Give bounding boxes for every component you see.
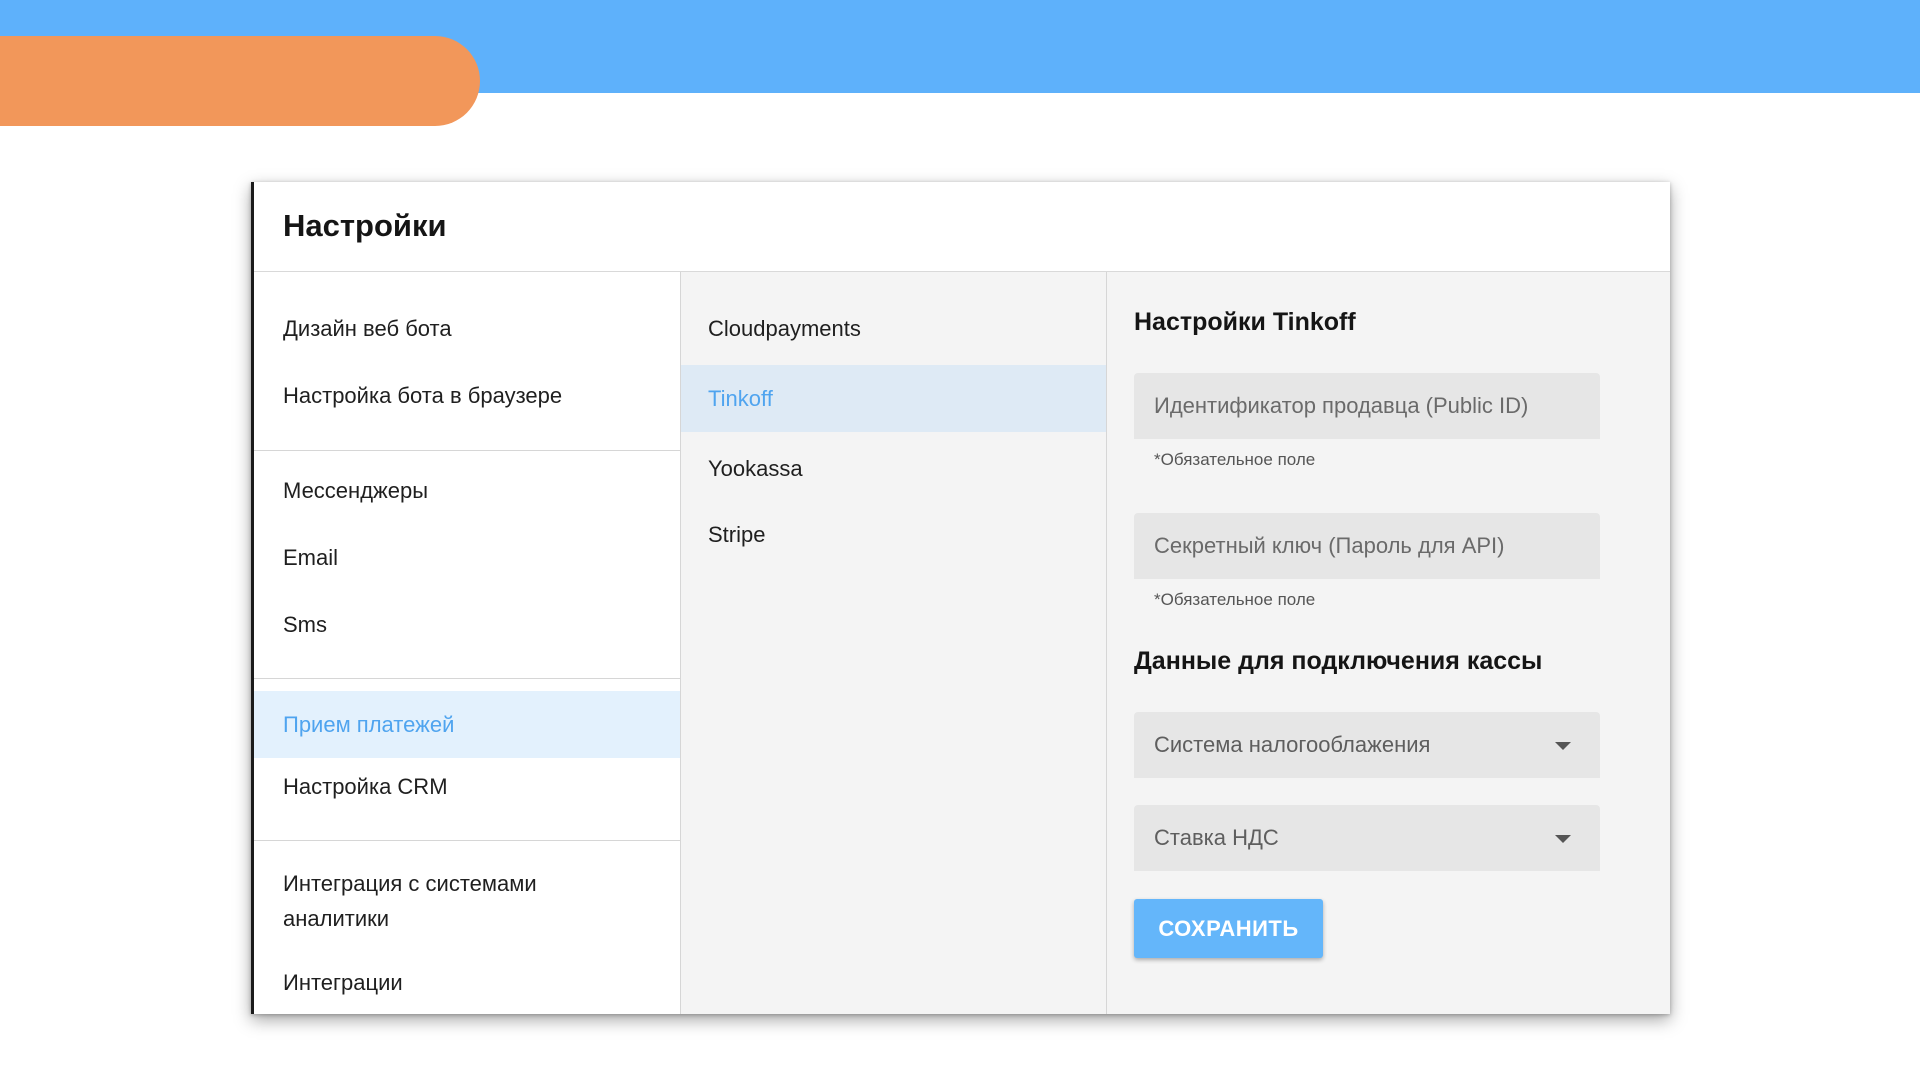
payment-providers-list: Cloudpayments Tinkoff Yookassa Stripe — [681, 272, 1107, 1014]
settings-header: Настройки — [254, 182, 1670, 272]
orange-decoration — [0, 36, 480, 126]
tax-system-select-label: Система налогооблажения — [1154, 732, 1431, 757]
tinkoff-settings-form: Настройки Tinkoff *Обязательное поле *Об… — [1107, 272, 1670, 1014]
chevron-down-icon — [1555, 835, 1571, 843]
secret-key-input[interactable] — [1134, 513, 1600, 579]
menu-item-messengers[interactable]: Мессенджеры — [254, 474, 680, 508]
vat-rate-select[interactable]: Ставка НДС — [1134, 805, 1600, 871]
merchant-id-input[interactable] — [1134, 373, 1600, 439]
menu-item-analytics-integration[interactable]: Интеграция с системами аналитики — [254, 866, 643, 936]
menu-item-browser-bot-settings[interactable]: Настройка бота в браузере — [254, 379, 680, 413]
page-title: Настройки — [283, 208, 447, 243]
menu-divider — [254, 678, 680, 679]
vat-rate-select-label: Ставка НДС — [1154, 825, 1279, 850]
menu-item-payments[interactable]: Прием платежей — [254, 691, 680, 758]
merchant-id-required-hint: *Обязательное поле — [1154, 450, 1316, 469]
save-button[interactable]: СОХРАНИТЬ — [1134, 899, 1323, 958]
settings-panel: Настройки Дизайн веб бота Настройка бота… — [251, 182, 1670, 1014]
menu-item-email[interactable]: Email — [254, 541, 680, 575]
provider-item-cloudpayments[interactable]: Cloudpayments — [681, 302, 1106, 356]
menu-divider — [254, 450, 680, 451]
settings-menu: Дизайн веб бота Настройка бота в браузер… — [254, 272, 681, 1014]
secret-key-required-hint: *Обязательное поле — [1154, 590, 1316, 609]
provider-item-tinkoff[interactable]: Tinkoff — [681, 365, 1106, 432]
menu-item-sms[interactable]: Sms — [254, 608, 680, 642]
cashbox-section-title: Данные для подключения кассы — [1134, 647, 1543, 675]
tax-system-select[interactable]: Система налогооблажения — [1134, 712, 1600, 778]
tinkoff-settings-title: Настройки Tinkoff — [1134, 308, 1356, 336]
menu-item-crm-settings[interactable]: Настройка CRM — [254, 770, 680, 804]
provider-item-stripe[interactable]: Stripe — [681, 508, 1106, 562]
provider-item-yookassa[interactable]: Yookassa — [681, 442, 1106, 496]
chevron-down-icon — [1555, 742, 1571, 750]
menu-divider — [254, 840, 680, 841]
menu-item-integrations[interactable]: Интеграции — [254, 966, 680, 1000]
menu-item-web-bot-design[interactable]: Дизайн веб бота — [254, 312, 680, 346]
